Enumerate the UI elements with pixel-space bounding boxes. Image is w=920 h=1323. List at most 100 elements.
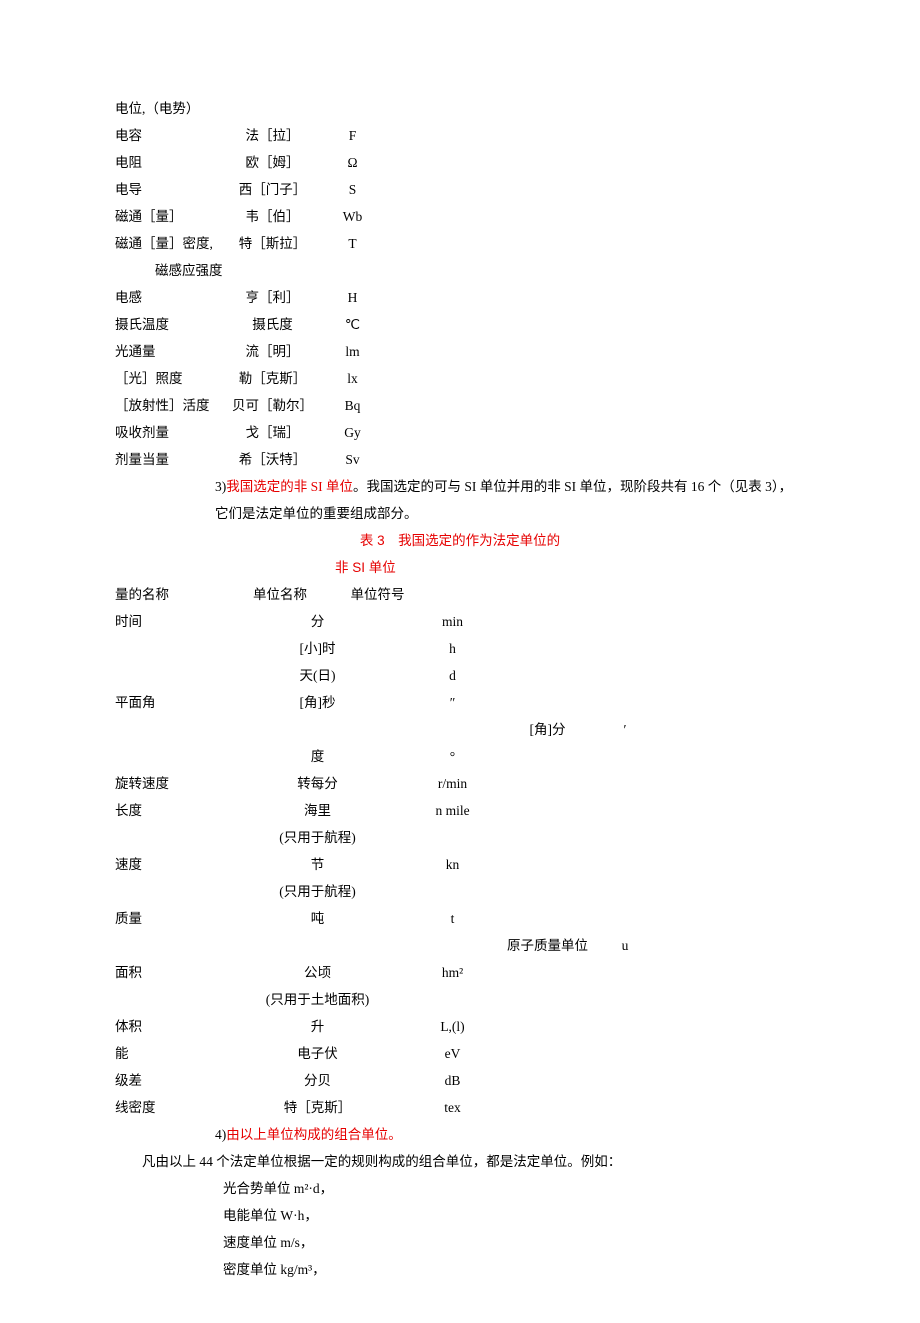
table-row: 长度海里n mile — [115, 797, 645, 824]
table-si-derived: 电位,（电势）电容法［拉］F电阻欧［姆］Ω电导西［门子］S磁通［量］韦［伯］Wb… — [115, 95, 385, 473]
cell-unit-symbol: Ω — [320, 149, 385, 176]
table-row: 摄氏温度摄氏度℃ — [115, 311, 385, 338]
cell-unit-symbol: lx — [320, 365, 385, 392]
cell-unit-symbol: S — [320, 176, 385, 203]
cell-unit-name: [角]秒 — [220, 689, 415, 716]
table-row: 时间分min — [115, 608, 645, 635]
table-row: 线密度特［克斯］tex — [115, 1094, 645, 1121]
cell-quantity: 能 — [115, 1040, 220, 1067]
table-row: [小]时h — [115, 635, 645, 662]
cell-quantity: 吸收剂量 — [115, 419, 225, 446]
cell-quantity: 磁通［量］密度, — [115, 230, 225, 257]
cell-quantity: 速度 — [115, 851, 220, 878]
cell-unit-name — [225, 95, 320, 122]
table-row: (只用于航程) — [115, 824, 645, 851]
cell-unit-symbol: dB — [415, 1067, 490, 1094]
cell-note: (只用于土地面积) — [220, 986, 415, 1013]
cell-unit-name: 吨 — [220, 905, 415, 932]
table-row: ［放射性］活度贝可［勒尔］Bq — [115, 392, 385, 419]
th-unit-symbol: 单位符号 — [340, 581, 415, 608]
cell-quantity: 光通量 — [115, 338, 225, 365]
cell-unit-symbol: min — [415, 608, 490, 635]
table-row: 天(日)d — [115, 662, 645, 689]
cell-note: (只用于航程) — [220, 824, 415, 851]
cell-extra-symbol: ′ — [605, 716, 645, 743]
table-row: 电阻欧［姆］Ω — [115, 149, 385, 176]
table-row: 磁通［量］韦［伯］Wb — [115, 203, 385, 230]
cell-unit-name: 流［明］ — [225, 338, 320, 365]
cell-unit-symbol: L,(l) — [415, 1013, 490, 1040]
table-row: 能电子伏eV — [115, 1040, 645, 1067]
cell-unit-name: 特［斯拉］ — [225, 230, 320, 257]
table3-caption-line1: 表 3 我国选定的作为法定单位的 — [115, 527, 805, 554]
cell-unit-name: 公顷 — [220, 959, 415, 986]
cell-quantity: 面积 — [115, 959, 220, 986]
section-4-lead: 4) — [215, 1127, 226, 1142]
table-row: [角]分′ — [115, 716, 645, 743]
table-row: 旋转速度转每分r/min — [115, 770, 645, 797]
table-row: 电容法［拉］F — [115, 122, 385, 149]
cell-quantity: 电感 — [115, 284, 225, 311]
table-row: (只用于航程) — [115, 878, 645, 905]
cell-unit-name: 分 — [220, 608, 415, 635]
cell-unit-symbol: lm — [320, 338, 385, 365]
cell-unit-name — [220, 932, 415, 959]
th-unit-name: 单位名称 — [220, 581, 340, 608]
table-row: 质量吨t — [115, 905, 645, 932]
list-item: 密度单位 kg/m³， — [223, 1256, 805, 1283]
table3-caption-sub: 非 SI 单位 — [115, 554, 805, 581]
cell-unit-symbol: ″ — [415, 689, 490, 716]
table-row: 磁通［量］密度,特［斯拉］T — [115, 230, 385, 257]
cell-unit-name: 升 — [220, 1013, 415, 1040]
table3-head: 量的名称 单位名称 单位符号 — [115, 581, 415, 608]
cell-unit-name: 节 — [220, 851, 415, 878]
cell-unit-symbol: kn — [415, 851, 490, 878]
cell-unit-symbol — [415, 716, 490, 743]
list-item: 光合势单位 m²·d， — [223, 1175, 805, 1202]
cell-quantity: 体积 — [115, 1013, 220, 1040]
cell-unit-name: 摄氏度 — [225, 311, 320, 338]
examples-list: 光合势单位 m²·d，电能单位 W·h，速度单位 m/s，密度单位 kg/m³， — [115, 1175, 805, 1283]
cell-quantity: 平面角 — [115, 689, 220, 716]
cell-unit-name: [小]时 — [220, 635, 415, 662]
cell-extra-name: 原子质量单位 — [490, 932, 605, 959]
cell-unit-name: 海里 — [220, 797, 415, 824]
cell-quantity: 旋转速度 — [115, 770, 220, 797]
table-row: 磁感应强度 — [115, 257, 385, 284]
cell-quantity: 长度 — [115, 797, 220, 824]
cell-unit-symbol: Bq — [320, 392, 385, 419]
cell-unit-name: 度 — [220, 743, 415, 770]
cell-unit-symbol: F — [320, 122, 385, 149]
cell-unit-name: 转每分 — [220, 770, 415, 797]
cell-unit-name: 韦［伯］ — [225, 203, 320, 230]
cell-unit-name: 特［克斯］ — [220, 1094, 415, 1121]
cell-unit-symbol: tex — [415, 1094, 490, 1121]
cell-unit-name: 戈［瑞］ — [225, 419, 320, 446]
cell-unit-symbol: eV — [415, 1040, 490, 1067]
cell-unit-symbol: ° — [415, 743, 490, 770]
section-3-red: 我国选定的非 SI 单位 — [226, 479, 353, 494]
cell-unit-name: 分贝 — [220, 1067, 415, 1094]
section-4: 4)由以上单位构成的组合单位。 — [115, 1121, 805, 1148]
cell-unit-symbol: T — [320, 230, 385, 257]
cell-unit-symbol: Wb — [320, 203, 385, 230]
cell-quantity: 电容 — [115, 122, 225, 149]
cell-text: 磁感应强度 — [115, 257, 225, 284]
table-row: (只用于土地面积) — [115, 986, 645, 1013]
cell-unit-symbol: d — [415, 662, 490, 689]
cell-unit-symbol: n mile — [415, 797, 490, 824]
cell-unit-name: 亨［利］ — [225, 284, 320, 311]
table-row: 面积公顷hm² — [115, 959, 645, 986]
cell-quantity — [115, 635, 220, 662]
table-row: ［光］照度勒［克斯］lx — [115, 365, 385, 392]
table-row: 度° — [115, 743, 645, 770]
cell-unit-name: 电子伏 — [220, 1040, 415, 1067]
cell-extra-symbol: u — [605, 932, 645, 959]
cell-quantity: 电导 — [115, 176, 225, 203]
cell-unit-symbol: Sv — [320, 446, 385, 473]
table-row: 平面角[角]秒″ — [115, 689, 645, 716]
table-row: 光通量流［明］lm — [115, 338, 385, 365]
cell-unit-name: 法［拉］ — [225, 122, 320, 149]
table3-caption-line2: 非 SI 单位 — [335, 560, 396, 575]
cell-quantity — [115, 716, 220, 743]
